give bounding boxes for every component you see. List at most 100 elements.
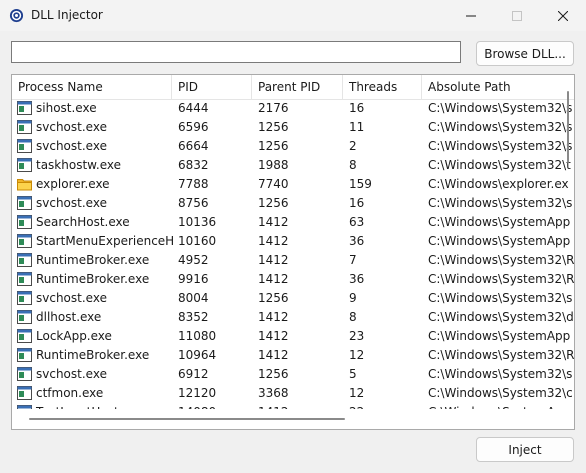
process-name-text: explorer.exe xyxy=(36,177,110,191)
cell-pid: 6832 xyxy=(178,158,209,172)
cell-process-name: svchost.exe xyxy=(17,289,175,308)
process-table[interactable]: Process Name PID Parent PID Threads Abso… xyxy=(11,74,575,430)
app-icon xyxy=(17,348,32,362)
cell-threads: 7 xyxy=(349,253,357,267)
table-body: sihost.exe 6444 2176 16 C:\Windows\System32\… xyxy=(12,99,575,409)
cell-threads: 23 xyxy=(349,329,365,343)
cell-pid: 12120 xyxy=(178,386,217,400)
table-row[interactable]: taskhostw.exe 6832 1988 8 C:\Windows\System3… xyxy=(12,156,574,175)
cell-pid: 10160 xyxy=(178,234,217,248)
table-row[interactable]: svchost.exe 8004 1256 9 C:\Windows\System32\… xyxy=(12,289,574,308)
cell-parent-pid: 1412 xyxy=(258,329,289,343)
cell-absolute-path: C:\Windows\System32\t xyxy=(428,158,571,172)
app-icon xyxy=(17,234,32,248)
cell-absolute-path: C:\Windows\System32\d xyxy=(428,310,574,324)
cell-parent-pid: 1256 xyxy=(258,291,289,305)
table-row[interactable]: SearchHost.exe 10136 1412 63 C:\Windows\Syst… xyxy=(12,213,574,232)
cell-threads: 36 xyxy=(349,234,365,248)
cell-absolute-path: C:\Windows\SystemApp xyxy=(428,234,571,248)
cell-threads: 12 xyxy=(349,348,365,362)
cell-pid: 6664 xyxy=(178,139,209,153)
cell-pid: 11080 xyxy=(178,329,217,343)
column-header-pid[interactable]: PID xyxy=(172,75,252,99)
column-header-parent-pid[interactable]: Parent PID xyxy=(252,75,343,99)
cell-parent-pid: 1256 xyxy=(258,367,289,381)
cell-pid: 8352 xyxy=(178,310,209,324)
cell-threads: 159 xyxy=(349,177,372,191)
dll-path-input[interactable] xyxy=(11,41,461,63)
cell-process-name: svchost.exe xyxy=(17,194,175,213)
title-bar[interactable]: DLL Injector xyxy=(0,0,586,31)
table-row[interactable]: StartMenuExperienceH... 10160 1412 36 C:\Win… xyxy=(12,232,574,251)
cell-parent-pid: 2176 xyxy=(258,101,289,115)
cell-parent-pid: 1412 xyxy=(258,253,289,267)
cell-absolute-path: C:\Windows\explorer.ex xyxy=(428,177,569,191)
app-icon xyxy=(17,215,32,229)
table-row[interactable]: svchost.exe 6596 1256 11 C:\Windows\System32… xyxy=(12,118,574,137)
horizontal-scrollbar-thumb[interactable] xyxy=(29,418,345,420)
app-icon xyxy=(17,253,32,267)
table-row[interactable]: ctfmon.exe 12120 3368 12 C:\Windows\System32… xyxy=(12,384,574,403)
table-row[interactable]: RuntimeBroker.exe 4952 1412 7 C:\Windows\Sys… xyxy=(12,251,575,270)
process-name-text: svchost.exe xyxy=(36,291,107,305)
cell-absolute-path: C:\Windows\System32\s xyxy=(428,139,573,153)
cell-pid: 7788 xyxy=(178,177,209,191)
browse-dll-button[interactable]: Browse DLL... xyxy=(476,41,574,66)
cell-threads: 16 xyxy=(349,196,365,210)
folder-icon xyxy=(17,177,32,191)
dll-injector-window: DLL Injector Browse DLL... Process Name … xyxy=(0,0,586,473)
process-name-text: sihost.exe xyxy=(36,101,97,115)
table-row[interactable]: LockApp.exe 11080 1412 23 C:\Windows\SystemA… xyxy=(12,327,574,346)
cell-threads: 11 xyxy=(349,120,365,134)
close-button[interactable] xyxy=(540,0,586,31)
table-row[interactable]: dllhost.exe 8352 1412 8 C:\Windows\System32\… xyxy=(12,308,574,327)
cell-parent-pid: 1412 xyxy=(258,348,289,362)
horizontal-scrollbar[interactable] xyxy=(12,409,574,429)
window-title: DLL Injector xyxy=(31,8,103,22)
cell-absolute-path: C:\Windows\System32\s xyxy=(428,291,573,305)
cell-parent-pid: 1412 xyxy=(258,234,289,248)
process-name-text: SearchHost.exe xyxy=(36,215,130,229)
table-row[interactable]: RuntimeBroker.exe 10964 1412 12 C:\Windows\S… xyxy=(12,346,574,365)
cell-absolute-path: C:\Windows\System32\R xyxy=(428,272,575,286)
cell-threads: 12 xyxy=(349,386,365,400)
cell-process-name: SearchHost.exe xyxy=(17,213,175,232)
app-icon xyxy=(17,367,32,381)
table-row[interactable]: svchost.exe 6912 1256 5 C:\Windows\System32\… xyxy=(12,365,574,384)
app-icon xyxy=(17,291,32,305)
cell-pid: 10964 xyxy=(178,348,217,362)
cell-parent-pid: 1256 xyxy=(258,120,289,134)
cell-pid: 8004 xyxy=(178,291,209,305)
column-header-absolute-path[interactable]: Absolute Path xyxy=(422,75,574,99)
app-icon xyxy=(17,101,32,115)
vertical-scrollbar[interactable] xyxy=(567,91,569,163)
cell-parent-pid: 1256 xyxy=(258,139,289,153)
maximize-button[interactable] xyxy=(494,0,540,31)
cell-parent-pid: 1412 xyxy=(258,272,289,286)
inject-button[interactable]: Inject xyxy=(476,437,574,462)
cell-process-name: taskhostw.exe xyxy=(17,156,175,175)
cell-process-name: RuntimeBroker.exe xyxy=(17,251,175,270)
minimize-button[interactable] xyxy=(448,0,494,31)
process-name-text: svchost.exe xyxy=(36,120,107,134)
process-name-text: taskhostw.exe xyxy=(36,158,121,172)
table-row[interactable]: svchost.exe 8756 1256 16 C:\Windows\System32… xyxy=(12,194,574,213)
column-header-process-name[interactable]: Process Name xyxy=(12,75,172,99)
table-row[interactable]: explorer.exe 7788 7740 159 C:\Windows\explor… xyxy=(12,175,574,194)
column-header-threads[interactable]: Threads xyxy=(343,75,422,99)
table-row[interactable]: sihost.exe 6444 2176 16 C:\Windows\System32\… xyxy=(12,99,574,118)
cell-parent-pid: 7740 xyxy=(258,177,289,191)
table-row[interactable]: RuntimeBroker.exe 9916 1412 36 C:\Windows\Sy… xyxy=(12,270,575,289)
cell-absolute-path: C:\Windows\System32\s xyxy=(428,196,573,210)
table-row[interactable]: svchost.exe 6664 1256 2 C:\Windows\System32\… xyxy=(12,137,574,156)
cell-absolute-path: C:\Windows\System32\R xyxy=(428,253,575,267)
cell-parent-pid: 3368 xyxy=(258,386,289,400)
cell-threads: 9 xyxy=(349,291,357,305)
cell-threads: 36 xyxy=(349,272,365,286)
cell-process-name: sihost.exe xyxy=(17,99,175,118)
cell-process-name: svchost.exe xyxy=(17,118,175,137)
cell-absolute-path: C:\Windows\System32\s xyxy=(428,367,573,381)
process-name-text: svchost.exe xyxy=(36,139,107,153)
process-name-text: svchost.exe xyxy=(36,367,107,381)
process-name-text: ctfmon.exe xyxy=(36,386,104,400)
